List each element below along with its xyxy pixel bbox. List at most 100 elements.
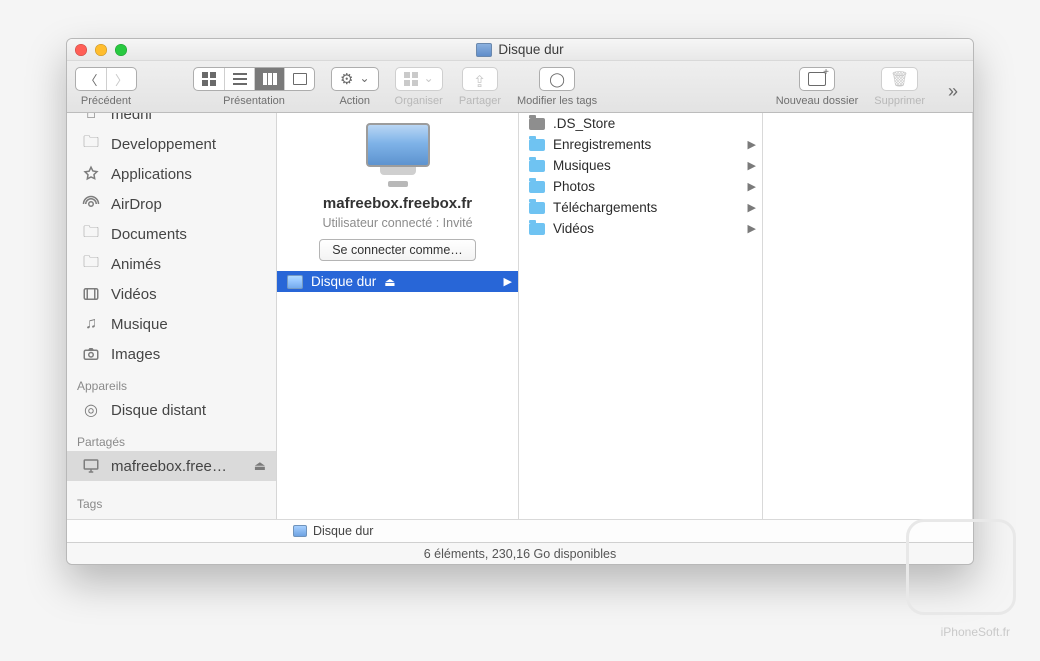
close-window-button[interactable]: [75, 44, 87, 56]
music-icon: ♫: [81, 315, 101, 333]
folder-icon: 🗀: [81, 225, 101, 243]
sidebar-item-home[interactable]: ⌂ medhi: [67, 113, 276, 129]
sidebar-item-airdrop[interactable]: AirDrop: [67, 189, 276, 219]
sidebar-item-music[interactable]: ♫ Musique: [67, 309, 276, 339]
edit-tags-button[interactable]: [539, 67, 575, 91]
share-icon: [473, 72, 487, 86]
server-shares-list: Disque dur ⏏ ▶: [277, 271, 518, 519]
minimize-window-button[interactable]: [95, 44, 107, 56]
share-label: Partager: [459, 95, 501, 107]
folder-label: Vidéos: [553, 221, 594, 236]
grid-icon: [404, 72, 418, 86]
zoom-window-button[interactable]: [115, 44, 127, 56]
coverflow-view-button[interactable]: [284, 68, 314, 90]
titlebar: Disque dur: [67, 39, 973, 61]
folder-icon: [529, 181, 545, 193]
action-button[interactable]: [331, 67, 379, 91]
newfolder-group: Nouveau dossier: [776, 67, 859, 107]
toolbar: 〈 〉 Précédent Présentation Action: [67, 61, 973, 113]
monitor-stand: [388, 181, 408, 187]
sidebar-item-label: mafreebox.free…: [111, 458, 227, 475]
sidebar-item-label: Developpement: [111, 136, 216, 153]
chevron-down-icon: [357, 72, 369, 87]
folder-label: Enregistrements: [553, 137, 651, 152]
monitor-icon: [81, 457, 101, 475]
window-title-text: Disque dur: [498, 42, 563, 57]
toolbar-overflow-button[interactable]: »: [941, 81, 965, 102]
forward-button[interactable]: 〉: [106, 68, 136, 90]
folder-row-telechargements[interactable]: Téléchargements ▶: [519, 197, 762, 218]
folder-row-musiques[interactable]: Musiques ▶: [519, 155, 762, 176]
newfolder-label: Nouveau dossier: [776, 95, 859, 107]
icon-view-button[interactable]: [194, 68, 224, 90]
folder-icon: [529, 202, 545, 214]
column-contents: .DS_Store Enregistrements ▶ Musiques ▶ P…: [519, 113, 763, 519]
back-forward: 〈 〉: [75, 67, 137, 91]
folder-row-videos[interactable]: Vidéos ▶: [519, 218, 762, 239]
eject-icon[interactable]: ⏏: [254, 458, 266, 474]
connect-label: Se connecter comme…: [332, 243, 463, 257]
chevron-right-icon: ▶: [748, 159, 756, 172]
chevron-right-icon: ▶: [748, 138, 756, 151]
eject-icon[interactable]: ⏏: [384, 275, 395, 289]
columns-icon: [263, 73, 277, 85]
arrange-button[interactable]: [395, 67, 443, 91]
file-icon: [529, 118, 545, 130]
body: ⌂ medhi 🗀 Developpement Applications: [67, 113, 973, 519]
share-group: Partager: [459, 67, 501, 107]
back-button[interactable]: 〈: [76, 68, 106, 90]
share-button[interactable]: [462, 67, 498, 91]
trash-icon: [890, 70, 909, 88]
window-title: Disque dur: [67, 42, 973, 57]
new-folder-button[interactable]: [799, 67, 835, 91]
delete-button[interactable]: [881, 67, 918, 91]
folder-label: Téléchargements: [553, 200, 657, 215]
connect-as-button[interactable]: Se connecter comme…: [319, 239, 476, 261]
file-row-dsstore[interactable]: .DS_Store: [519, 113, 762, 134]
disc-icon: ◎: [81, 401, 101, 419]
folder-row-enregistrements[interactable]: Enregistrements ▶: [519, 134, 762, 155]
drive-icon: [476, 43, 492, 57]
sidebar-tags-header: Tags: [67, 491, 276, 519]
sidebar-shared-header: Partagés: [67, 425, 276, 451]
folder-row-photos[interactable]: Photos ▶: [519, 176, 762, 197]
chevron-right-icon: ▶: [504, 275, 512, 288]
sidebar-item-documents[interactable]: 🗀 Documents: [67, 219, 276, 249]
drive-icon: [293, 525, 307, 537]
folder-icon: [529, 160, 545, 172]
sidebar-item-label: medhi: [111, 113, 152, 123]
folder-plus-icon: [808, 72, 826, 86]
sidebar-item-videos[interactable]: Vidéos: [67, 279, 276, 309]
share-row-disque-dur[interactable]: Disque dur ⏏ ▶: [277, 271, 518, 292]
path-label[interactable]: Disque dur: [313, 524, 373, 538]
home-icon: ⌂: [81, 113, 101, 123]
camera-icon: [81, 345, 101, 363]
window-controls: [75, 44, 127, 56]
sidebar-item-dev[interactable]: 🗀 Developpement: [67, 129, 276, 159]
action-label: Action: [339, 95, 370, 107]
sidebar-item-animes[interactable]: 🗀 Animés: [67, 249, 276, 279]
column-server: mafreebox.freebox.fr Utilisateur connect…: [277, 113, 519, 519]
airdrop-icon: [81, 195, 101, 213]
sidebar-list: ⌂ medhi 🗀 Developpement Applications: [67, 113, 276, 491]
sidebar-devices-header: Appareils: [67, 369, 276, 395]
chevron-down-icon: [422, 72, 434, 87]
folder-icon: 🗀: [81, 255, 101, 273]
applications-icon: [81, 165, 101, 183]
arrange-label: Organiser: [395, 95, 443, 107]
view-group: Présentation: [193, 67, 315, 107]
column-view-button[interactable]: [254, 68, 284, 90]
sidebar-item-label: AirDrop: [111, 196, 162, 213]
sidebar-item-remote-disc[interactable]: ◎ Disque distant: [67, 395, 276, 425]
list-view-button[interactable]: [224, 68, 254, 90]
sidebar-item-images[interactable]: Images: [67, 339, 276, 369]
folder-label: Photos: [553, 179, 595, 194]
sidebar-item-label: Images: [111, 346, 160, 363]
server-subtitle: Utilisateur connecté : Invité: [322, 216, 472, 230]
drive-icon: [287, 275, 303, 289]
sidebar-item-label: Musique: [111, 316, 168, 333]
folder-icon: 🗀: [81, 135, 101, 153]
sidebar-item-label: Vidéos: [111, 286, 157, 303]
sidebar-item-shared-server[interactable]: mafreebox.free… ⏏: [67, 451, 276, 481]
sidebar-item-applications[interactable]: Applications: [67, 159, 276, 189]
